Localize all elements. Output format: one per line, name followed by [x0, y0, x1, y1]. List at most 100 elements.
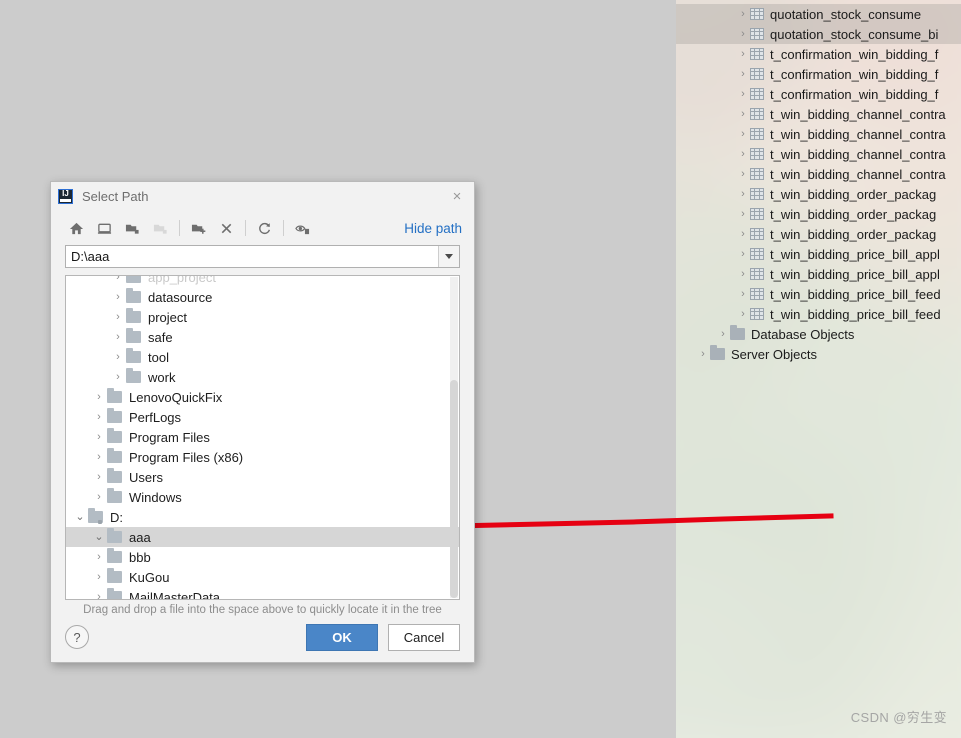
tree-scrollbar-thumb[interactable]	[450, 380, 458, 598]
database-tree-row[interactable]: › Server Objects	[676, 344, 961, 364]
database-tree-row[interactable]: › t_confirmation_win_bidding_f	[676, 44, 961, 64]
table-icon	[750, 208, 764, 220]
database-tree-row[interactable]: › t_confirmation_win_bidding_f	[676, 64, 961, 84]
chevron-right-icon[interactable]: ›	[110, 291, 126, 303]
database-tree-row[interactable]: › t_win_bidding_price_bill_feed	[676, 284, 961, 304]
table-icon	[750, 108, 764, 120]
chevron-down-icon[interactable]: ⌄	[91, 531, 107, 543]
file-tree-row[interactable]: › Program Files (x86)	[66, 447, 459, 467]
expand-all-icon[interactable]	[121, 217, 143, 239]
file-tree-row[interactable]: › Program Files	[66, 427, 459, 447]
desktop-icon[interactable]	[93, 217, 115, 239]
path-dropdown-button[interactable]	[438, 246, 459, 267]
file-tree-row[interactable]: › LenovoQuickFix	[66, 387, 459, 407]
database-tree-row-label: quotation_stock_consume	[770, 6, 922, 22]
table-icon	[750, 8, 764, 20]
chevron-right-icon[interactable]: ›	[736, 128, 750, 140]
refresh-icon[interactable]	[253, 217, 275, 239]
dialog-titlebar: Select Path ×	[51, 182, 474, 211]
file-tree-row[interactable]: › MailMasterData	[66, 587, 459, 600]
chevron-right-icon[interactable]: ›	[736, 188, 750, 200]
chevron-right-icon[interactable]: ›	[736, 8, 750, 20]
chevron-right-icon[interactable]: ›	[91, 571, 107, 583]
chevron-right-icon[interactable]: ›	[110, 311, 126, 323]
show-hidden-icon[interactable]	[291, 217, 313, 239]
chevron-right-icon[interactable]: ›	[736, 48, 750, 60]
file-tree-row[interactable]: › PerfLogs	[66, 407, 459, 427]
chevron-right-icon[interactable]: ›	[716, 328, 730, 340]
cancel-button[interactable]: Cancel	[388, 623, 460, 651]
new-folder-icon[interactable]	[187, 217, 209, 239]
chevron-right-icon[interactable]: ›	[91, 551, 107, 563]
database-tree-row[interactable]: › t_win_bidding_channel_contra	[676, 104, 961, 124]
database-tree-row-label: t_win_bidding_order_packag	[770, 186, 937, 202]
database-tree-row[interactable]: › Database Objects	[676, 324, 961, 344]
chevron-right-icon[interactable]: ›	[736, 68, 750, 80]
home-icon[interactable]	[65, 217, 87, 239]
chevron-right-icon[interactable]: ›	[110, 371, 126, 383]
file-tree-row[interactable]: ⌄ aaa	[66, 527, 459, 547]
file-tree-row[interactable]: › app_project	[66, 276, 459, 287]
database-tree-row[interactable]: › t_win_bidding_channel_contra	[676, 144, 961, 164]
file-tree-row[interactable]: › datasource	[66, 287, 459, 307]
file-tree-row-label: MailMasterData	[129, 589, 221, 600]
chevron-right-icon[interactable]: ›	[736, 168, 750, 180]
chevron-right-icon[interactable]: ›	[110, 351, 126, 363]
path-input[interactable]	[66, 246, 438, 267]
file-tree-row[interactable]: › tool	[66, 347, 459, 367]
chevron-right-icon[interactable]: ›	[91, 411, 107, 423]
file-tree-row[interactable]: › safe	[66, 327, 459, 347]
chevron-right-icon[interactable]: ›	[91, 471, 107, 483]
database-tree-row[interactable]: › t_win_bidding_price_bill_appl	[676, 264, 961, 284]
chevron-right-icon[interactable]: ›	[91, 431, 107, 443]
file-tree-row[interactable]: › KuGou	[66, 567, 459, 587]
file-tree-scroll-area[interactable]: › app_project › datasource › project › safe › too…	[65, 275, 460, 600]
folder-icon	[126, 368, 141, 383]
table-icon	[750, 248, 764, 260]
hide-path-link[interactable]: Hide path	[404, 221, 462, 236]
help-button[interactable]: ?	[65, 625, 89, 649]
file-tree-row[interactable]: › Windows	[66, 487, 459, 507]
chevron-right-icon[interactable]: ›	[736, 228, 750, 240]
database-tree-row-label: t_win_bidding_channel_contra	[770, 106, 946, 122]
file-tree-row[interactable]: › work	[66, 367, 459, 387]
chevron-right-icon[interactable]: ›	[736, 248, 750, 260]
database-tree-row[interactable]: › t_win_bidding_channel_contra	[676, 124, 961, 144]
database-tree-row[interactable]: › quotation_stock_consume_bi	[676, 24, 961, 44]
chevron-right-icon[interactable]: ›	[110, 331, 126, 343]
close-icon[interactable]: ×	[440, 183, 474, 211]
chevron-right-icon[interactable]: ›	[110, 276, 126, 283]
database-tree-row[interactable]: › t_win_bidding_order_packag	[676, 184, 961, 204]
database-tree-row[interactable]: › t_win_bidding_order_packag	[676, 204, 961, 224]
database-tree-row[interactable]: › t_win_bidding_price_bill_feed	[676, 304, 961, 324]
chevron-down-icon[interactable]: ⌄	[72, 511, 88, 523]
chevron-right-icon[interactable]: ›	[736, 268, 750, 280]
database-tree-row[interactable]: › quotation_stock_consume	[676, 4, 961, 24]
ok-button[interactable]: OK	[306, 623, 378, 651]
chevron-right-icon[interactable]: ›	[736, 148, 750, 160]
chevron-right-icon[interactable]: ›	[736, 108, 750, 120]
file-tree-row[interactable]: ⌄ D:	[66, 507, 459, 527]
chevron-right-icon[interactable]: ›	[91, 391, 107, 403]
file-tree-row[interactable]: › bbb	[66, 547, 459, 567]
delete-icon[interactable]	[215, 217, 237, 239]
chevron-right-icon[interactable]: ›	[736, 288, 750, 300]
database-tree-row[interactable]: › t_win_bidding_channel_contra	[676, 164, 961, 184]
folder-icon	[107, 548, 122, 563]
chevron-right-icon[interactable]: ›	[736, 88, 750, 100]
database-tree[interactable]: › quotation_stock_consume › quotation_stock…	[676, 0, 961, 738]
file-tree-row[interactable]: › Users	[66, 467, 459, 487]
database-tree-row-label: t_win_bidding_price_bill_feed	[770, 286, 941, 302]
chevron-right-icon[interactable]: ›	[91, 591, 107, 599]
chevron-right-icon[interactable]: ›	[696, 348, 710, 360]
chevron-right-icon[interactable]: ›	[736, 28, 750, 40]
chevron-right-icon[interactable]: ›	[736, 208, 750, 220]
chevron-right-icon[interactable]: ›	[736, 308, 750, 320]
file-tree-row[interactable]: › project	[66, 307, 459, 327]
database-tree-row[interactable]: › t_confirmation_win_bidding_f	[676, 84, 961, 104]
database-tree-row[interactable]: › t_win_bidding_order_packag	[676, 224, 961, 244]
chevron-right-icon[interactable]: ›	[91, 491, 107, 503]
file-tree[interactable]: › app_project › datasource › project › safe › too…	[66, 276, 459, 600]
database-tree-row[interactable]: › t_win_bidding_price_bill_appl	[676, 244, 961, 264]
chevron-right-icon[interactable]: ›	[91, 451, 107, 463]
